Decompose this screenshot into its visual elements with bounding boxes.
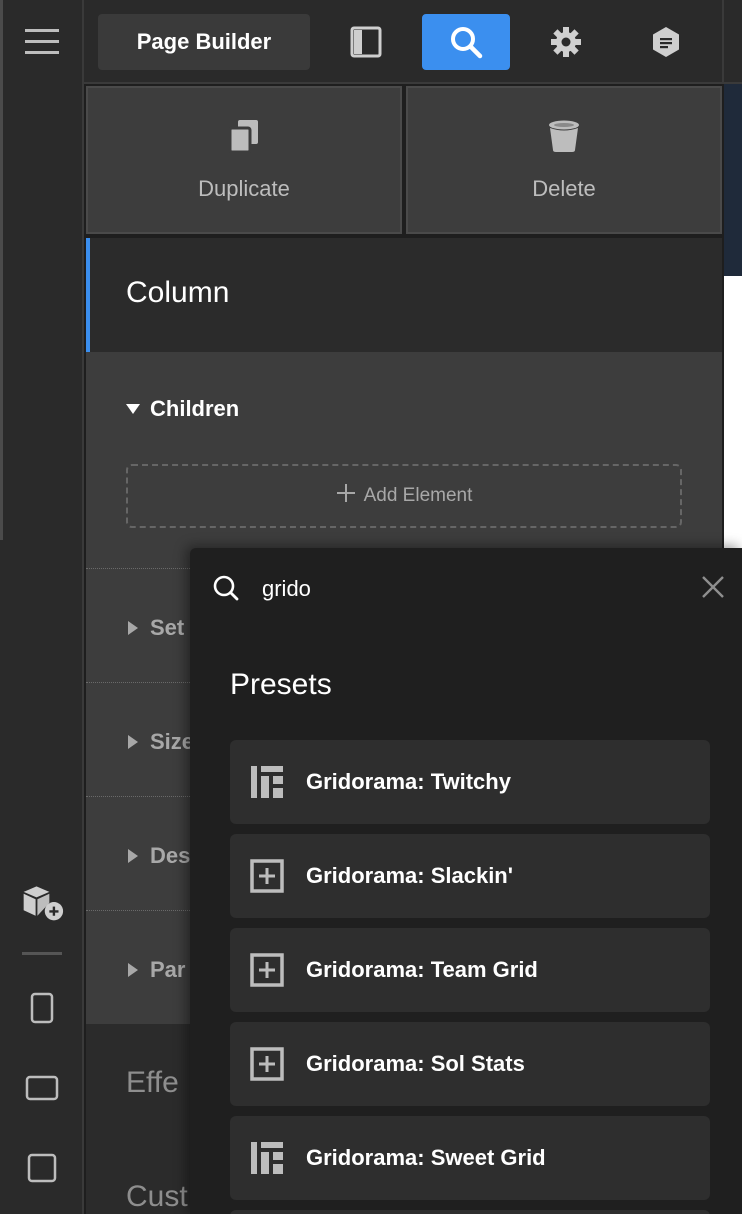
duplicate-icon — [228, 119, 259, 158]
preset-label: Gridorama: Slackin' — [306, 863, 513, 888]
caret-right-icon — [128, 849, 138, 863]
menu-icon[interactable] — [20, 20, 64, 64]
plus-box-icon — [250, 1047, 284, 1081]
preset-result[interactable]: Gridorama: Sweet Grid — [230, 1116, 710, 1200]
preset-result[interactable]: Gridorama: Team Grid — [230, 928, 710, 1012]
section-label: Des — [150, 843, 191, 868]
section-label: Size — [150, 729, 195, 754]
desktop-icon[interactable] — [20, 1146, 64, 1190]
add-element-label: Add Element — [363, 485, 473, 506]
preset-result[interactable]: Gridorama: Twitchy — [230, 740, 710, 824]
page-builder-button[interactable]: Page Builder — [98, 14, 310, 70]
section-custom[interactable]: Cust — [126, 1180, 188, 1214]
caret-right-icon — [128, 735, 138, 749]
tablet-landscape-icon[interactable] — [20, 1066, 64, 1110]
grid-layout-icon — [250, 1141, 284, 1175]
toolbar-edge — [722, 0, 724, 84]
search-input[interactable] — [262, 572, 662, 606]
element-title: Column — [126, 276, 230, 309]
preset-label: Gridorama: Sol Stats — [306, 1051, 525, 1076]
caret-right-icon — [128, 621, 138, 635]
children-toggle[interactable]: Children — [126, 396, 239, 422]
children-label: Children — [150, 396, 240, 421]
add-element-button[interactable]: Add Element — [126, 464, 682, 528]
preset-result[interactable]: Gridorama: Sol Stats — [230, 1022, 710, 1106]
preset-result[interactable] — [230, 1210, 710, 1214]
rail-divider — [22, 952, 62, 955]
canvas-edge — [724, 84, 742, 276]
duplicate-label: Duplicate — [198, 175, 290, 201]
trash-icon — [548, 119, 580, 158]
delete-button[interactable]: Delete — [406, 86, 722, 234]
section-label: Par — [150, 957, 186, 982]
preset-label: Gridorama: Team Grid — [306, 957, 538, 982]
caret-down-icon — [126, 404, 140, 414]
section-effects[interactable]: Effe — [126, 1066, 179, 1100]
notes-icon[interactable] — [622, 14, 710, 70]
section-label: Set — [150, 615, 185, 640]
presets-heading: Presets — [230, 668, 332, 701]
gear-icon[interactable] — [522, 14, 610, 70]
duplicate-button[interactable]: Duplicate — [86, 86, 402, 234]
search-popover: Presets Gridorama: Twitchy Gridorama: Sl… — [190, 548, 742, 1214]
delete-label: Delete — [532, 175, 596, 201]
element-header: Column — [86, 238, 722, 352]
plus-box-icon — [250, 953, 284, 987]
plus-icon — [336, 483, 356, 509]
add-component-icon[interactable] — [20, 880, 64, 924]
preset-label: Gridorama: Sweet Grid — [306, 1145, 546, 1170]
left-rail — [0, 0, 84, 1214]
search-icon[interactable] — [422, 14, 510, 70]
top-toolbar: Page Builder — [84, 0, 742, 84]
phone-icon[interactable] — [20, 986, 64, 1030]
plus-box-icon — [250, 859, 284, 893]
grid-layout-icon — [250, 765, 284, 799]
canvas-preview — [724, 276, 742, 548]
search-icon — [212, 574, 240, 607]
preset-label: Gridorama: Twitchy — [306, 769, 511, 794]
preset-result[interactable]: Gridorama: Slackin' — [230, 834, 710, 918]
caret-right-icon — [128, 963, 138, 977]
search-bar — [190, 548, 742, 632]
close-icon[interactable] — [700, 574, 726, 605]
layout-icon[interactable] — [322, 14, 410, 70]
